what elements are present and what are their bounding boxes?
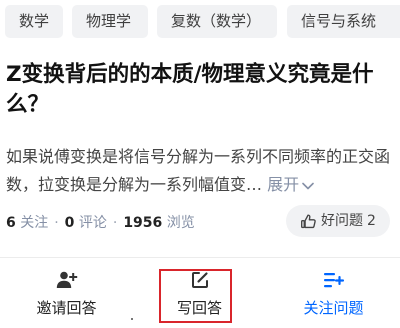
stats-separator: · <box>54 215 59 231</box>
question-title[interactable]: Z变换背后的的本质/物理意义究竟是什么？ <box>6 60 391 120</box>
add-user-icon <box>56 269 78 291</box>
follow-question-label: 关注问题 <box>303 299 364 317</box>
highlight-box <box>159 269 232 323</box>
followers-label: 关注 <box>20 215 49 231</box>
thumbs-up-icon <box>301 213 316 228</box>
invite-answer-button[interactable]: 邀请回答 <box>0 259 133 328</box>
views-label: 浏览 <box>166 215 195 231</box>
follow-list-icon <box>323 269 344 291</box>
question-stats: 6 关注 · 0 评论 · 1956 浏览 <box>6 212 195 232</box>
expand-button[interactable]: 展开 <box>267 175 314 194</box>
speck <box>131 318 133 320</box>
topic-tag[interactable]: 数学 <box>5 5 63 38</box>
expand-label: 展开 <box>267 175 300 194</box>
topic-tag[interactable]: 物理学 <box>72 5 148 38</box>
views-count: 1956 <box>123 215 163 231</box>
topic-tag[interactable]: 信号与系统 <box>287 5 400 38</box>
topic-tags: 数学 物理学 复数（数学） 信号与系统 <box>0 0 400 50</box>
followers-count: 6 <box>6 215 16 231</box>
follow-question-button[interactable]: 关注问题 <box>267 259 400 328</box>
divider <box>0 257 400 258</box>
stats-separator: · <box>112 215 118 231</box>
topic-tag[interactable]: 复数（数学） <box>157 5 277 38</box>
invite-answer-label: 邀请回答 <box>36 299 97 317</box>
chevron-down-icon <box>302 182 314 189</box>
question-excerpt[interactable]: 如果说傅变换是将信号分解为一系列不同频率的正交函数，拉变换是分解为一系列幅值变…… <box>6 143 394 199</box>
excerpt-text: 如果说傅变换是将信号分解为一系列不同频率的正交函数，拉变换是分解为一系列幅值变… <box>6 147 391 194</box>
comments-label: 评论 <box>78 215 107 231</box>
comments-count: 0 <box>64 215 75 231</box>
good-question-label: 好问题 <box>321 213 364 229</box>
good-question-button[interactable]: 好问题 2 <box>286 205 390 237</box>
good-question-count: 2 <box>367 213 376 229</box>
question-page: 数学 物理学 复数（数学） 信号与系统 Z变换背后的的本质/物理意义究竟是什么？… <box>0 0 400 328</box>
